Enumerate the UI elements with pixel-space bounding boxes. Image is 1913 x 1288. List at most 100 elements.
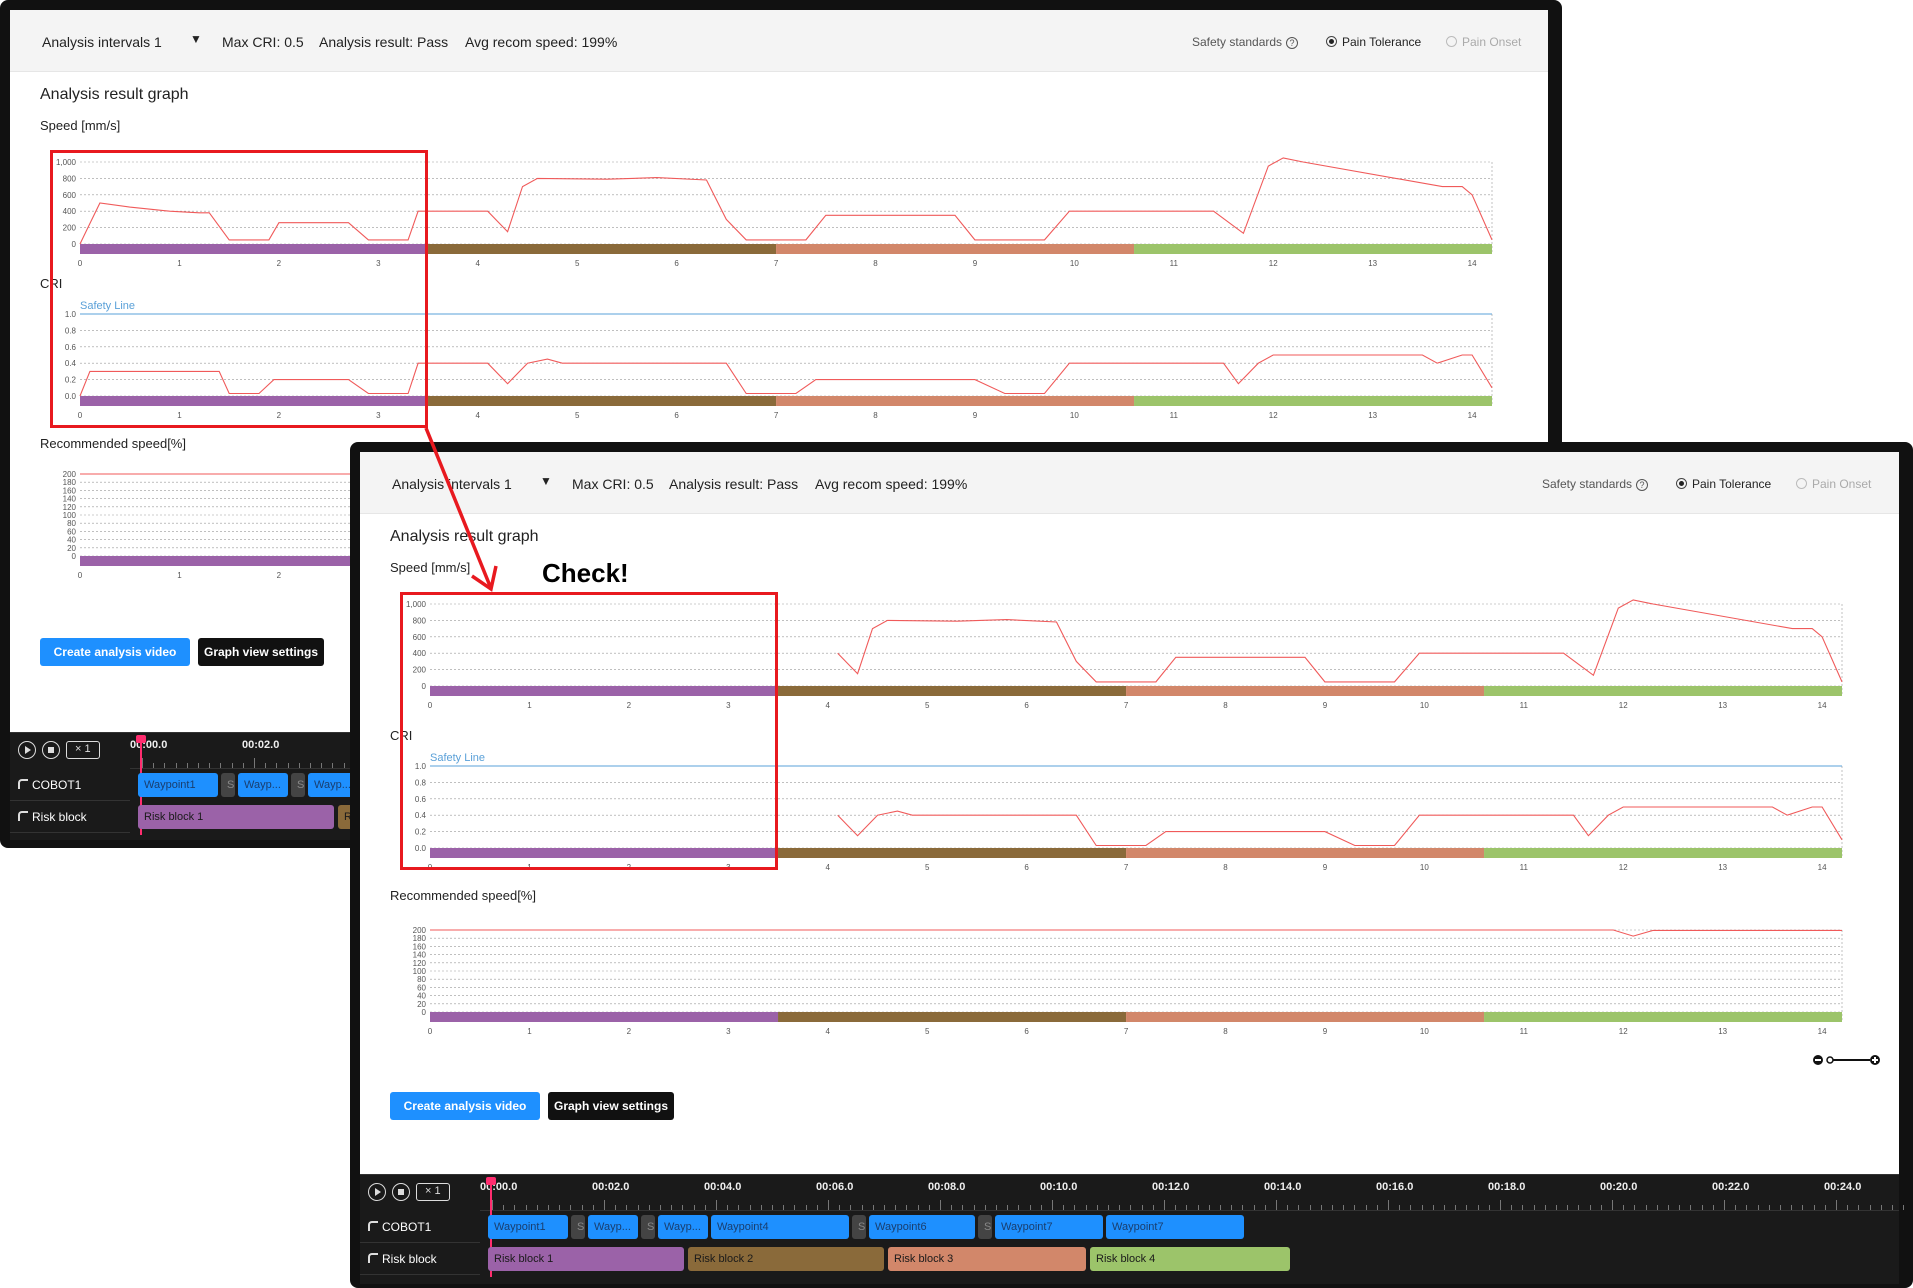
timeline-tick bbox=[514, 1205, 516, 1210]
y-tick-label: 80 bbox=[417, 975, 426, 984]
track-risk-block-label: Risk block bbox=[382, 1252, 437, 1266]
timeline-tick bbox=[1264, 1205, 1266, 1210]
timeline-tick bbox=[1231, 1205, 1233, 1210]
speed-multiplier[interactable]: × 1 bbox=[416, 1183, 450, 1201]
timeline-tick bbox=[1309, 1205, 1311, 1210]
timeline-tick bbox=[794, 1205, 796, 1210]
risk-block-clip[interactable]: Risk block 3 bbox=[888, 1247, 1086, 1271]
timeline-tick-label: 00:08.0 bbox=[928, 1181, 966, 1193]
create-analysis-video-button[interactable]: Create analysis video bbox=[390, 1092, 540, 1120]
timeline-tick bbox=[1533, 1205, 1535, 1210]
create-analysis-video-button[interactable]: Create analysis video bbox=[40, 638, 190, 666]
risk-block-clip[interactable]: Risk block 1 bbox=[138, 805, 334, 829]
stop-icon[interactable] bbox=[42, 741, 60, 759]
timeline-tick bbox=[1444, 1205, 1445, 1210]
timeline-tick bbox=[984, 1205, 986, 1210]
timeline-tick bbox=[1332, 1205, 1333, 1210]
graph-view-settings-button[interactable]: Graph view settings bbox=[548, 1092, 674, 1120]
track-cobot1-label: COBOT1 bbox=[32, 778, 82, 792]
waypoint-clip[interactable]: Waypoint6 bbox=[869, 1215, 975, 1239]
waypoint-clip[interactable]: S bbox=[641, 1215, 655, 1239]
y-tick-label: 0 bbox=[422, 1008, 427, 1017]
timeline-tick bbox=[1522, 1205, 1524, 1210]
y-tick-label: 80 bbox=[67, 519, 76, 528]
waypoint-clip[interactable]: Waypoint4 bbox=[711, 1215, 849, 1239]
risk-block-clip[interactable]: Risk block 1 bbox=[488, 1247, 684, 1271]
timeline-tick bbox=[1645, 1205, 1647, 1210]
track-cobot1: COBOT1 bbox=[360, 1211, 480, 1243]
robot-arm-icon bbox=[368, 1221, 378, 1231]
timeline-tick bbox=[660, 1205, 661, 1210]
timeline-tick bbox=[1880, 1205, 1882, 1210]
x-tick-label: 5 bbox=[925, 1027, 930, 1036]
y-tick-label: 120 bbox=[413, 959, 427, 968]
timeline-tick bbox=[1365, 1205, 1367, 1210]
play-icon[interactable] bbox=[18, 741, 36, 759]
timeline-tick bbox=[1858, 1205, 1860, 1210]
x-tick-label: 1 bbox=[527, 1027, 532, 1036]
waypoint-clip[interactable]: S bbox=[571, 1215, 585, 1239]
y-tick-label: 200 bbox=[63, 470, 77, 479]
timeline-tick bbox=[164, 763, 166, 768]
timeline-tick bbox=[1668, 1205, 1669, 1210]
zoom-handle bbox=[1826, 1056, 1834, 1064]
waypoint-clip[interactable]: Waypoint1 bbox=[488, 1215, 568, 1239]
timeline-tick bbox=[1768, 1205, 1770, 1210]
timeline-tick bbox=[1824, 1205, 1826, 1210]
x-tick-label: 2 bbox=[627, 1027, 632, 1036]
track-cobot1: COBOT1 bbox=[10, 769, 130, 801]
risk-block-bar bbox=[1126, 1012, 1485, 1022]
y-tick-label: 100 bbox=[63, 511, 77, 520]
timeline-tick bbox=[1063, 1205, 1065, 1210]
series-line bbox=[430, 929, 1842, 937]
timeline-tick bbox=[671, 1205, 673, 1210]
track-risk-block: Risk block bbox=[360, 1243, 480, 1275]
y-tick-label: 20 bbox=[67, 544, 76, 553]
timeline-tick bbox=[1556, 1205, 1557, 1210]
waypoint-clip[interactable]: Wayp... bbox=[588, 1215, 638, 1239]
timeline-tick bbox=[1175, 1205, 1177, 1210]
x-tick-label: 8 bbox=[1223, 1027, 1228, 1036]
timeline-tick-label: 00:10.0 bbox=[1040, 1181, 1078, 1193]
timeline-tick bbox=[828, 1200, 829, 1210]
track-risk-block-label: Risk block bbox=[32, 810, 87, 824]
play-icon[interactable] bbox=[368, 1183, 386, 1201]
timeline-tick bbox=[1892, 1205, 1893, 1210]
timeline-tick bbox=[884, 1205, 885, 1210]
waypoint-clip[interactable]: Wayp... bbox=[238, 773, 288, 797]
waypoint-clip[interactable]: Waypoint7 bbox=[1106, 1215, 1244, 1239]
timeline-tick bbox=[1701, 1205, 1703, 1210]
risk-block-clip[interactable]: Risk block 4 bbox=[1090, 1247, 1290, 1271]
timeline-tick bbox=[1600, 1205, 1602, 1210]
waypoint-clip[interactable]: S bbox=[978, 1215, 992, 1239]
timeline-tick bbox=[1152, 1205, 1154, 1210]
waypoint-clip[interactable]: S bbox=[221, 773, 235, 797]
timeline-tick bbox=[592, 1205, 594, 1210]
zoom-slider[interactable] bbox=[1812, 1052, 1882, 1068]
waypoint-clip[interactable]: Wayp... bbox=[658, 1215, 708, 1239]
graph-view-settings-button[interactable]: Graph view settings bbox=[198, 638, 324, 666]
risk-block-bar bbox=[778, 1012, 1127, 1022]
timeline-tick-label: 00:18.0 bbox=[1488, 1181, 1526, 1193]
timeline-ruler[interactable]: 00:00.000:02.000:04.000:06.000:08.000:10… bbox=[480, 1175, 1905, 1211]
timeline-tick bbox=[1141, 1205, 1143, 1210]
timeline-tick bbox=[1376, 1205, 1378, 1210]
timeline-tick bbox=[1197, 1205, 1199, 1210]
waypoint-clip[interactable]: Waypoint1 bbox=[138, 773, 218, 797]
waypoint-clip[interactable]: S bbox=[852, 1215, 866, 1239]
stop-icon[interactable] bbox=[392, 1183, 410, 1201]
timeline-tick bbox=[492, 1200, 493, 1210]
timeline-tick bbox=[298, 763, 300, 768]
timeline-tick bbox=[1119, 1205, 1121, 1210]
speed-multiplier[interactable]: × 1 bbox=[66, 741, 100, 759]
y-tick-label: 140 bbox=[413, 951, 427, 960]
timeline-tick bbox=[637, 1205, 639, 1210]
waypoint-clip[interactable]: Waypoint7 bbox=[995, 1215, 1103, 1239]
timeline-tick bbox=[906, 1205, 908, 1210]
check-annotation: Check! bbox=[542, 558, 629, 588]
y-tick-label: 180 bbox=[413, 934, 427, 943]
waypoint-clip[interactable]: S bbox=[291, 773, 305, 797]
risk-block-clip[interactable]: Risk block 2 bbox=[688, 1247, 884, 1271]
timeline-tick bbox=[615, 1205, 617, 1210]
timeline-tick bbox=[816, 1205, 818, 1210]
